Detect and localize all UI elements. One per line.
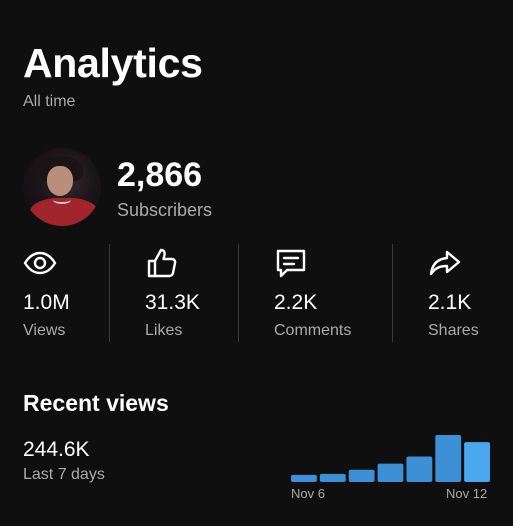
time-range-label: All time <box>23 93 76 110</box>
stat-value: 2.2K <box>274 291 318 314</box>
avatar[interactable] <box>23 148 101 226</box>
chart-bar-nov-8[interactable] <box>348 469 375 482</box>
stat-shares[interactable]: 2.1K Shares <box>428 244 508 342</box>
thumbs-up-icon <box>147 248 177 278</box>
stat-value: 1.0M <box>23 291 70 314</box>
stat-label: Likes <box>145 322 183 339</box>
avatar-face <box>47 166 73 196</box>
subscriber-count: 2,866 <box>117 156 203 194</box>
stat-label: Comments <box>274 322 352 339</box>
recent-views-title: Recent views <box>23 390 169 416</box>
chart-end-date: Nov 12 <box>446 486 488 501</box>
eye-icon <box>23 251 57 275</box>
chart-bar-nov-7[interactable] <box>319 473 346 482</box>
stat-divider <box>238 244 239 342</box>
stat-label: Shares <box>428 322 479 339</box>
stat-divider <box>392 244 393 342</box>
subscriber-label: Subscribers <box>117 200 213 220</box>
recent-views-period: Last 7 days <box>23 466 105 483</box>
share-arrow-icon <box>429 250 461 276</box>
recent-views-value: 244.6K <box>23 438 90 461</box>
chart-bar-nov-10[interactable] <box>406 456 433 482</box>
chart-bar-nov-12[interactable] <box>464 442 490 482</box>
chart-bar-nov-9[interactable] <box>377 463 404 482</box>
stat-value: 2.1K <box>428 291 472 314</box>
comment-icon <box>276 249 306 278</box>
stat-likes[interactable]: 31.3K Likes <box>145 244 235 342</box>
stat-value: 31.3K <box>145 291 200 314</box>
stat-views[interactable]: 1.0M Views <box>23 244 103 342</box>
stat-label: Views <box>23 322 66 339</box>
stat-divider <box>109 244 110 342</box>
chart-start-date: Nov 6 <box>291 486 325 501</box>
avatar-chain <box>53 196 71 204</box>
chart-bar-nov-6[interactable] <box>291 474 317 482</box>
stat-comments[interactable]: 2.2K Comments <box>274 244 384 342</box>
chart-bar-nov-11[interactable] <box>435 435 462 482</box>
page-title: Analytics <box>23 40 203 86</box>
